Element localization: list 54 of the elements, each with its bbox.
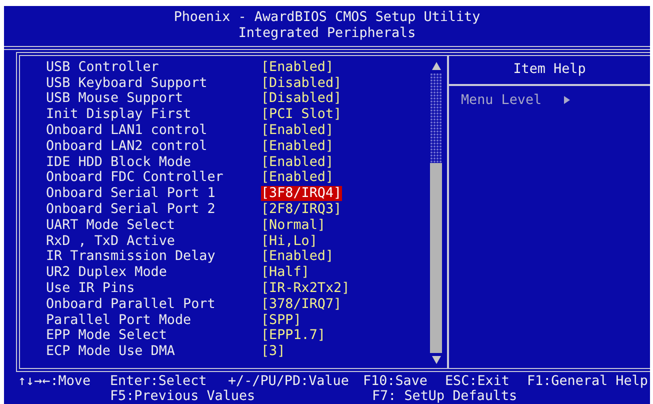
setting-value[interactable]: [PCI Slot]: [261, 107, 342, 122]
scrollbar[interactable]: [430, 72, 442, 353]
scroll-down-icon[interactable]: [432, 356, 440, 364]
setting-label: Onboard LAN2 control: [46, 138, 208, 155]
setting-label: IR Transmission Delay: [46, 249, 216, 266]
setting-label: EPP Mode Select: [46, 328, 168, 344]
setting-value[interactable]: [378/IRQ7]: [261, 296, 342, 312]
setting-value[interactable]: [Enabled]: [261, 123, 334, 138]
setting-value[interactable]: [Disabled]: [261, 91, 342, 106]
key-hint: F7: SetUp Defaults: [371, 389, 518, 404]
setting-label: UR2 Duplex Mode: [46, 265, 168, 282]
setting-label: USB Keyboard Support: [46, 76, 208, 92]
setting-label: RxD , TxD Active: [46, 234, 176, 250]
setting-value[interactable]: [Enabled]: [261, 170, 334, 186]
key-hint: ESC:Exit: [445, 374, 510, 389]
setting-value[interactable]: [3F8/IRQ4]: [261, 186, 342, 202]
setting-label: Onboard FDC Controller: [46, 170, 224, 186]
scroll-up-icon[interactable]: [432, 62, 440, 70]
setting-label: USB Controller: [46, 60, 160, 76]
setting-value[interactable]: [SPP]: [261, 312, 302, 328]
setting-value[interactable]: [3]: [261, 344, 286, 360]
setting-value[interactable]: [Enabled]: [261, 138, 334, 154]
menu-level-label: Menu Level: [461, 92, 542, 108]
setting-value[interactable]: [Enabled]: [261, 60, 334, 75]
window-title: Phoenix - AwardBIOS CMOS Setup Utility: [174, 10, 480, 26]
setting-label: USB Mouse Support: [46, 91, 184, 108]
setting-label: UART Mode Select: [46, 218, 176, 234]
setting-label: Onboard Serial Port 1: [46, 186, 216, 202]
setting-label: Init Display First: [46, 107, 192, 124]
key-hint: +/-/PU/PD:Value: [228, 374, 350, 389]
setting-label: IDE HDD Block Mode: [46, 154, 192, 170]
key-hint: F10:Save: [363, 374, 428, 389]
setting-value[interactable]: [2F8/IRQ3]: [261, 202, 342, 218]
key-hint: Enter:Select: [110, 374, 208, 389]
key-hint: F5:Previous Values: [110, 389, 256, 404]
key-hint: F1:General Help: [527, 374, 649, 389]
setting-value[interactable]: [Hi,Lo]: [261, 234, 318, 249]
setting-label: Use IR Pins: [46, 281, 136, 297]
page-title: Integrated Peripherals: [238, 26, 416, 42]
setting-value[interactable]: [Half]: [261, 265, 310, 280]
setting-value[interactable]: [Enabled]: [261, 249, 334, 264]
setting-label: Onboard LAN1 control: [46, 123, 208, 139]
setting-value[interactable]: [Disabled]: [261, 76, 342, 91]
setting-label: Onboard Serial Port 2: [46, 202, 216, 218]
setting-label: Parallel Port Mode: [46, 312, 192, 328]
setting-value[interactable]: [EPP1.7]: [261, 328, 326, 344]
setting-label: Onboard Parallel Port: [46, 296, 216, 313]
setting-value[interactable]: [Enabled]: [261, 154, 334, 170]
help-title: Item Help: [513, 62, 586, 78]
key-hint: ↑↓→←:Move: [18, 374, 92, 389]
setting-value[interactable]: [Normal]: [261, 218, 326, 233]
setting-value[interactable]: [IR-Rx2Tx2]: [261, 281, 350, 296]
setting-label: ECP Mode Use DMA: [46, 344, 176, 360]
arrow-right-icon: [564, 96, 570, 104]
